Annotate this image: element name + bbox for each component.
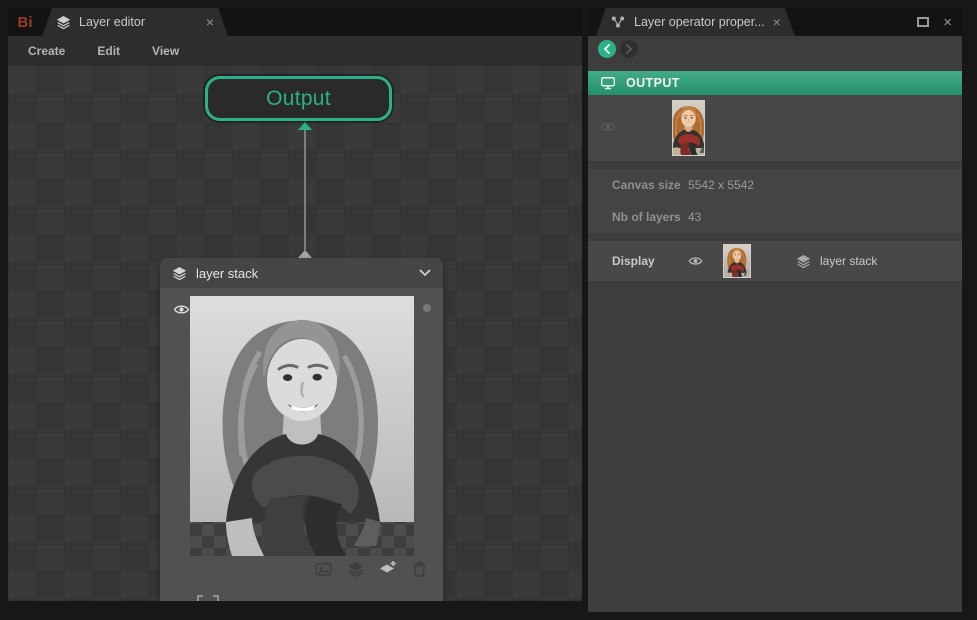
display-thumbnail [723,244,751,278]
monitor-icon [600,76,616,90]
menubar: Create Edit View [8,36,582,66]
canvas-size-label: Canvas size [612,178,681,192]
output-preview-thumbnail [672,100,705,156]
tab-label: Layer editor [79,15,146,29]
display-row: Display layer stack [588,241,962,281]
layers-icon [172,266,187,281]
right-tabstrip: Layer operator proper... × × [588,8,962,36]
layers-icon [796,254,811,269]
nb-layers-value: 43 [688,210,702,224]
layer-visibility-eye-icon[interactable] [173,303,190,316]
layer-stack-node-body [160,288,443,601]
chevron-down-icon[interactable] [419,269,431,277]
back-button[interactable] [598,40,616,58]
display-thumbnail-image [724,245,750,277]
close-icon[interactable]: × [773,15,781,29]
display-label: Display [612,254,655,268]
tab-layer-editor[interactable]: Layer editor × [42,8,228,36]
chevron-right-icon [625,44,633,54]
output-section-title: OUTPUT [626,76,680,90]
nb-layers-row: Nb of layers 43 [588,201,962,233]
output-section-header: OUTPUT [588,71,962,95]
menu-item-view[interactable]: View [152,44,179,58]
canvas-size-value: 5542 x 5542 [688,178,755,192]
left-tabstrip: Bi Layer editor × [8,8,582,36]
output-info-section: Canvas size 5542 x 5542 Nb of layers 43 [588,169,962,233]
layer-preview-image [190,296,414,556]
layer-selection-dot[interactable] [423,304,431,312]
layer-toolbar [315,560,427,578]
app-logo[interactable]: Bi [8,8,42,36]
merge-layers-icon[interactable] [347,561,364,578]
canvas-size-row: Canvas size 5542 x 5542 [588,169,962,201]
layers-icon [56,15,71,30]
nb-layers-label: Nb of layers [612,210,681,224]
tab-layer-operator-properties[interactable]: Layer operator proper... × [596,8,795,36]
window-close-button[interactable]: × [943,15,952,30]
image-icon[interactable] [315,562,332,577]
menu-item-edit[interactable]: Edit [97,44,120,58]
trash-icon[interactable] [412,561,427,578]
close-icon[interactable]: × [206,15,214,29]
layer-thumbnail[interactable] [190,296,414,556]
node-editor-canvas[interactable]: Output layer stack [8,66,582,601]
window-controls: × [917,8,962,36]
forward-button[interactable] [620,40,638,58]
selection-brackets-icon[interactable] [196,594,220,601]
add-layer-icon[interactable] [379,560,397,578]
node-graph-icon [610,15,626,29]
layer-stack-node[interactable]: layer stack [160,258,443,601]
chevron-left-icon [603,44,611,54]
app-window: Bi Layer editor × Create Edit View Outpu… [0,0,977,620]
window-restore-button[interactable] [917,17,930,27]
output-preview-image [673,101,704,155]
eye-icon[interactable] [688,255,703,267]
eye-icon[interactable] [600,121,616,133]
layer-stack-title: layer stack [196,265,259,281]
layer-stack-output-port[interactable] [298,250,312,258]
output-node-input-port[interactable] [298,122,312,130]
layer-stack-node-header[interactable]: layer stack [160,258,443,288]
output-node-label: Output [266,86,331,110]
connection-line [304,130,306,250]
tab-label: Layer operator proper... [634,15,765,29]
display-value: layer stack [820,254,878,268]
menu-item-create[interactable]: Create [28,44,65,58]
output-preview-row [588,95,962,161]
layer-operator-properties-panel: OUTPUT Canvas size 5542 x 5542 Nb of lay… [588,36,962,612]
output-node[interactable]: Output [205,76,392,121]
